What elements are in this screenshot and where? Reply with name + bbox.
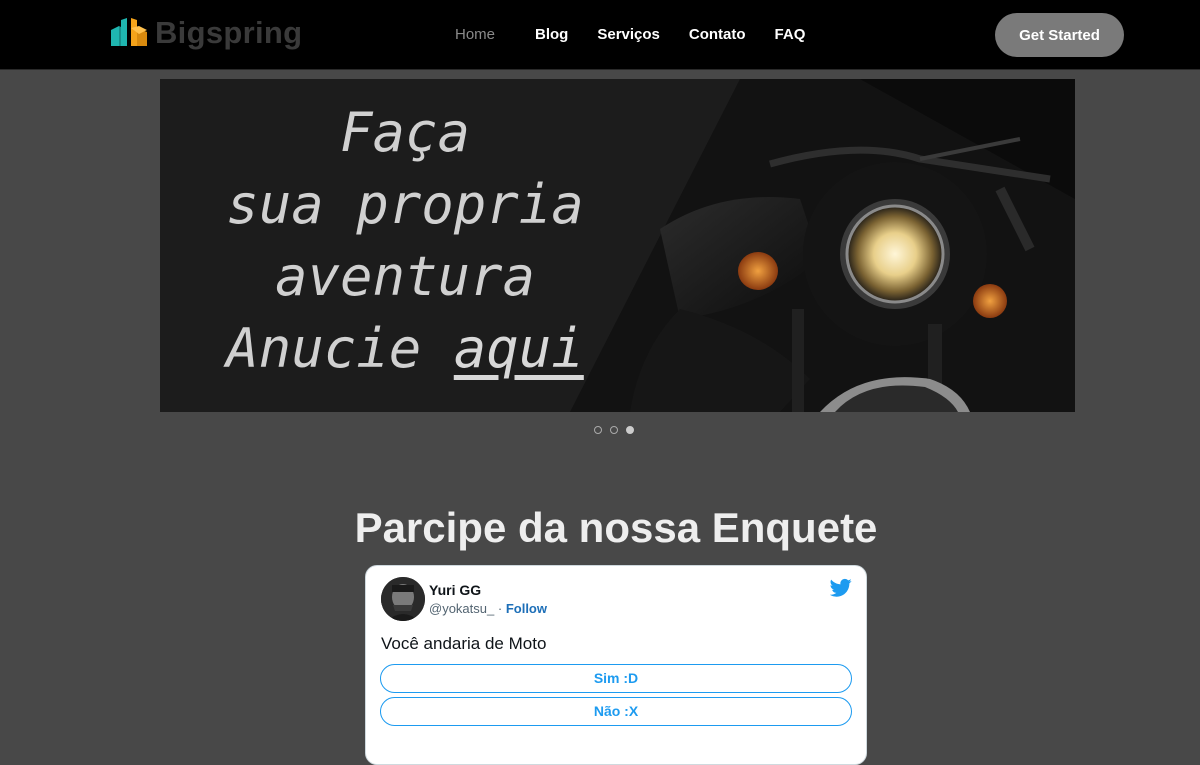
embedded-tweet: Yuri GG @yokatsu_ · Follow Você andaria … — [365, 565, 867, 765]
brand-logo[interactable]: Bigspring — [109, 15, 302, 51]
follow-link[interactable]: Follow — [506, 601, 547, 616]
avatar[interactable] — [381, 577, 425, 621]
nav-faq[interactable]: FAQ — [775, 26, 806, 43]
poll-section-title: Parcipe da nossa Enquete — [354, 504, 878, 551]
carousel-dot-3[interactable] — [626, 426, 634, 434]
poll-option-nao[interactable]: Não :X — [380, 697, 852, 726]
main-nav: Home Blog Serviços Contato FAQ — [455, 0, 834, 69]
twitter-bird-icon[interactable] — [830, 578, 852, 598]
hero-aqui-link[interactable]: aqui — [454, 317, 584, 380]
hero-line-4-text: Anucie — [226, 317, 422, 380]
carousel-dot-2[interactable] — [610, 426, 618, 434]
nav-blog[interactable]: Blog — [535, 26, 568, 43]
avatar-photo-icon — [381, 577, 425, 621]
hero-line-2: sua propria — [226, 173, 584, 236]
tweet-handle-row: @yokatsu_ · Follow — [429, 601, 547, 616]
hero-line-1: Faça — [339, 101, 471, 164]
get-started-button[interactable]: Get Started — [995, 13, 1124, 57]
tweet-handle[interactable]: @yokatsu_ — [429, 601, 494, 616]
top-navbar: Bigspring Home Blog Serviços Contato FAQ… — [0, 0, 1200, 70]
logo-icon — [111, 18, 147, 46]
hero-line-3: aventura — [274, 245, 536, 308]
poll-option-sim[interactable]: Sim :D — [380, 664, 852, 693]
nav-servicos[interactable]: Serviços — [597, 26, 660, 43]
brand-name: Bigspring — [155, 15, 303, 50]
nav-contato[interactable]: Contato — [689, 26, 746, 43]
carousel-dot-1[interactable] — [594, 426, 602, 434]
tweet-author-name[interactable]: Yuri GG — [429, 582, 481, 598]
separator-dot: · — [497, 601, 503, 616]
nav-home[interactable]: Home — [455, 26, 495, 43]
hero-headline: Faça sua propria aventura Anucie aqui — [160, 97, 650, 385]
hero-carousel-slide[interactable]: Faça sua propria aventura Anucie aqui — [160, 79, 1075, 412]
tweet-text: Você andaria de Moto — [381, 634, 547, 653]
carousel-indicators — [594, 426, 634, 434]
hero-line-4: Anucie aqui — [160, 313, 650, 385]
